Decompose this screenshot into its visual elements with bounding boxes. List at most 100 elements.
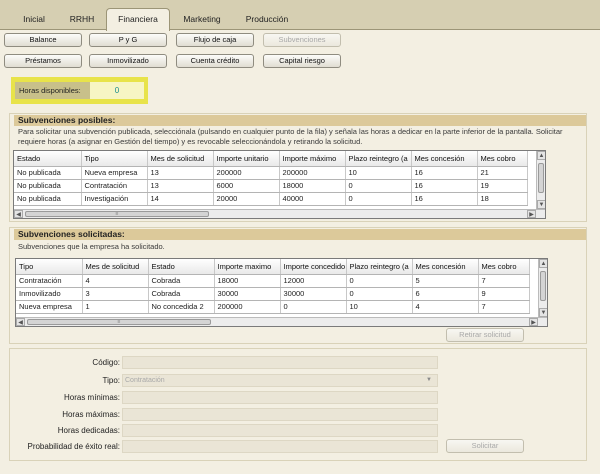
table-header-row: Estado Tipo Mes de solicitud Importe uni… xyxy=(14,151,528,167)
table-cell: 0 xyxy=(346,287,413,301)
column-header[interactable]: Importe concedido xyxy=(280,259,347,275)
horizontal-scrollbar[interactable]: ◀ ≡ ▶ xyxy=(16,317,547,326)
table-row[interactable]: Nueva empresa 1 No concedida 2 200000 0 10 4 7 xyxy=(16,300,530,314)
table-cell: 10 xyxy=(345,166,412,180)
tab-financiera[interactable]: Financiera xyxy=(106,8,170,31)
column-header[interactable]: Mes cobro xyxy=(478,259,530,275)
scroll-up-icon[interactable]: ▲ xyxy=(539,259,547,268)
scroll-down-icon[interactable]: ▼ xyxy=(537,200,545,209)
table-cell: 5 xyxy=(412,274,479,288)
table-cell: 200000 xyxy=(279,166,346,180)
prestamos-button[interactable]: Préstamos xyxy=(4,54,82,68)
tipo-label: Tipo: xyxy=(102,376,121,385)
scroll-thumb[interactable] xyxy=(538,163,544,193)
column-header[interactable]: Plazo reintegro (a xyxy=(346,259,413,275)
subvenciones-posibles-table[interactable]: Estado Tipo Mes de solicitud Importe uni… xyxy=(13,150,546,219)
horizontal-scrollbar[interactable]: ◀ ≡ ▶ xyxy=(14,209,545,218)
table-cell: 200000 xyxy=(214,300,281,314)
table-cell: 16 xyxy=(411,166,478,180)
tab-rrhh[interactable]: RRHH xyxy=(60,10,104,30)
scroll-down-icon[interactable]: ▼ xyxy=(539,308,547,317)
subvenciones-solicitadas-description: Subvenciones que la empresa ha solicitad… xyxy=(18,242,165,251)
solicitar-button[interactable]: Solicitar xyxy=(446,439,524,453)
horas-dedicadas-field[interactable] xyxy=(122,424,438,437)
column-header[interactable]: Mes de solicitud xyxy=(147,151,214,167)
table-cell: Nueva empresa xyxy=(81,166,148,180)
cuenta-credito-button[interactable]: Cuenta crédito xyxy=(176,54,254,68)
table-cell: 40000 xyxy=(279,192,346,206)
table-cell: 0 xyxy=(345,179,412,193)
column-header[interactable]: Importe unitario xyxy=(213,151,280,167)
table-row[interactable]: No publicada Nueva empresa 13 200000 200000 1… xyxy=(14,166,528,180)
vertical-scrollbar[interactable]: ▲ ▼ xyxy=(536,151,545,209)
table-row[interactable]: No publicada Contratación 13 6000 18000 0 16 19 xyxy=(14,179,528,193)
table-cell: Nueva empresa xyxy=(16,300,83,314)
table-cell: 13 xyxy=(147,166,214,180)
codigo-label: Código: xyxy=(92,358,120,367)
horas-minimas-field[interactable] xyxy=(122,391,438,404)
tipo-select-value: Contratación xyxy=(125,377,165,384)
vertical-scrollbar[interactable]: ▲ ▼ xyxy=(538,259,547,317)
column-header[interactable]: Importe maximo xyxy=(214,259,281,275)
table-cell: 6 xyxy=(412,287,479,301)
table-cell: 7 xyxy=(478,274,530,288)
balance-button[interactable]: Balance xyxy=(4,33,82,47)
column-header[interactable]: Mes concesión xyxy=(411,151,478,167)
table-cell: 4 xyxy=(412,300,479,314)
inmovilizado-button[interactable]: Inmovilizado xyxy=(89,54,167,68)
column-header[interactable]: Mes concesión xyxy=(412,259,479,275)
pyg-button[interactable]: P y G xyxy=(89,33,167,47)
table-cell: 20000 xyxy=(213,192,280,206)
tipo-select[interactable] xyxy=(122,374,438,387)
column-header[interactable]: Plazo reintegro (a xyxy=(345,151,412,167)
tab-inicial[interactable]: Inicial xyxy=(12,10,56,30)
column-header[interactable]: Estado xyxy=(14,151,82,167)
codigo-field[interactable] xyxy=(122,356,438,369)
table-cell: 1 xyxy=(82,300,149,314)
table-row[interactable]: Inmovilizado 3 Cobrada 30000 30000 0 6 9 xyxy=(16,287,530,301)
table-cell: 13 xyxy=(147,179,214,193)
retirar-solicitud-button[interactable]: Retirar solicitud xyxy=(446,328,524,342)
subvenciones-posibles-title: Subvenciones posibles: xyxy=(14,115,586,126)
tab-marketing[interactable]: Marketing xyxy=(174,10,230,30)
column-header[interactable]: Mes de solicitud xyxy=(82,259,149,275)
flujo-caja-button[interactable]: Flujo de caja xyxy=(176,33,254,47)
scroll-thumb[interactable]: ≡ xyxy=(25,211,209,217)
scroll-left-icon[interactable]: ◀ xyxy=(16,318,25,326)
table-cell: 30000 xyxy=(280,287,347,301)
scroll-up-icon[interactable]: ▲ xyxy=(537,151,545,160)
table-cell: 21 xyxy=(477,166,528,180)
table-cell: 14 xyxy=(147,192,214,206)
capital-riesgo-button[interactable]: Capital riesgo xyxy=(263,54,341,68)
table-cell: Cobrada xyxy=(148,274,215,288)
scroll-thumb[interactable]: ≡ xyxy=(27,319,211,325)
horas-maximas-field[interactable] xyxy=(122,408,438,421)
table-cell: 0 xyxy=(346,274,413,288)
horas-minimas-label: Horas mínimas: xyxy=(63,393,120,402)
tab-produccion[interactable]: Producción xyxy=(236,10,298,30)
table-cell: 19 xyxy=(477,179,528,193)
subvenciones-posibles-description: Para solicitar una subvención publicada,… xyxy=(18,127,563,146)
probabilidad-field[interactable] xyxy=(122,440,438,453)
column-header[interactable]: Tipo xyxy=(16,259,83,275)
table-cell: 0 xyxy=(280,300,347,314)
scroll-right-icon[interactable]: ▶ xyxy=(529,318,538,326)
table-cell: No publicada xyxy=(14,179,82,193)
column-header[interactable]: Estado xyxy=(148,259,215,275)
subvenciones-solicitadas-title: Subvenciones solicitadas: xyxy=(14,229,586,240)
scroll-right-icon[interactable]: ▶ xyxy=(527,210,536,218)
horas-maximas-label: Horas máximas: xyxy=(62,410,120,419)
subvenciones-solicitadas-table[interactable]: Tipo Mes de solicitud Estado Importe max… xyxy=(15,258,548,327)
column-header[interactable]: Importe máximo xyxy=(279,151,346,167)
scroll-thumb[interactable] xyxy=(540,271,546,301)
table-header-row: Tipo Mes de solicitud Estado Importe max… xyxy=(16,259,530,275)
chevron-down-icon[interactable]: ▼ xyxy=(426,374,432,387)
table-row[interactable]: Contratación 4 Cobrada 18000 12000 0 5 7 xyxy=(16,274,530,288)
subvenciones-button[interactable]: Subvenciones xyxy=(263,33,341,47)
scroll-left-icon[interactable]: ◀ xyxy=(14,210,23,218)
table-cell: 7 xyxy=(478,300,530,314)
column-header[interactable]: Tipo xyxy=(81,151,148,167)
table-row[interactable]: No publicada Investigación 14 20000 40000 0 16… xyxy=(14,192,528,206)
column-header[interactable]: Mes cobro xyxy=(477,151,528,167)
table-cell: 6000 xyxy=(213,179,280,193)
